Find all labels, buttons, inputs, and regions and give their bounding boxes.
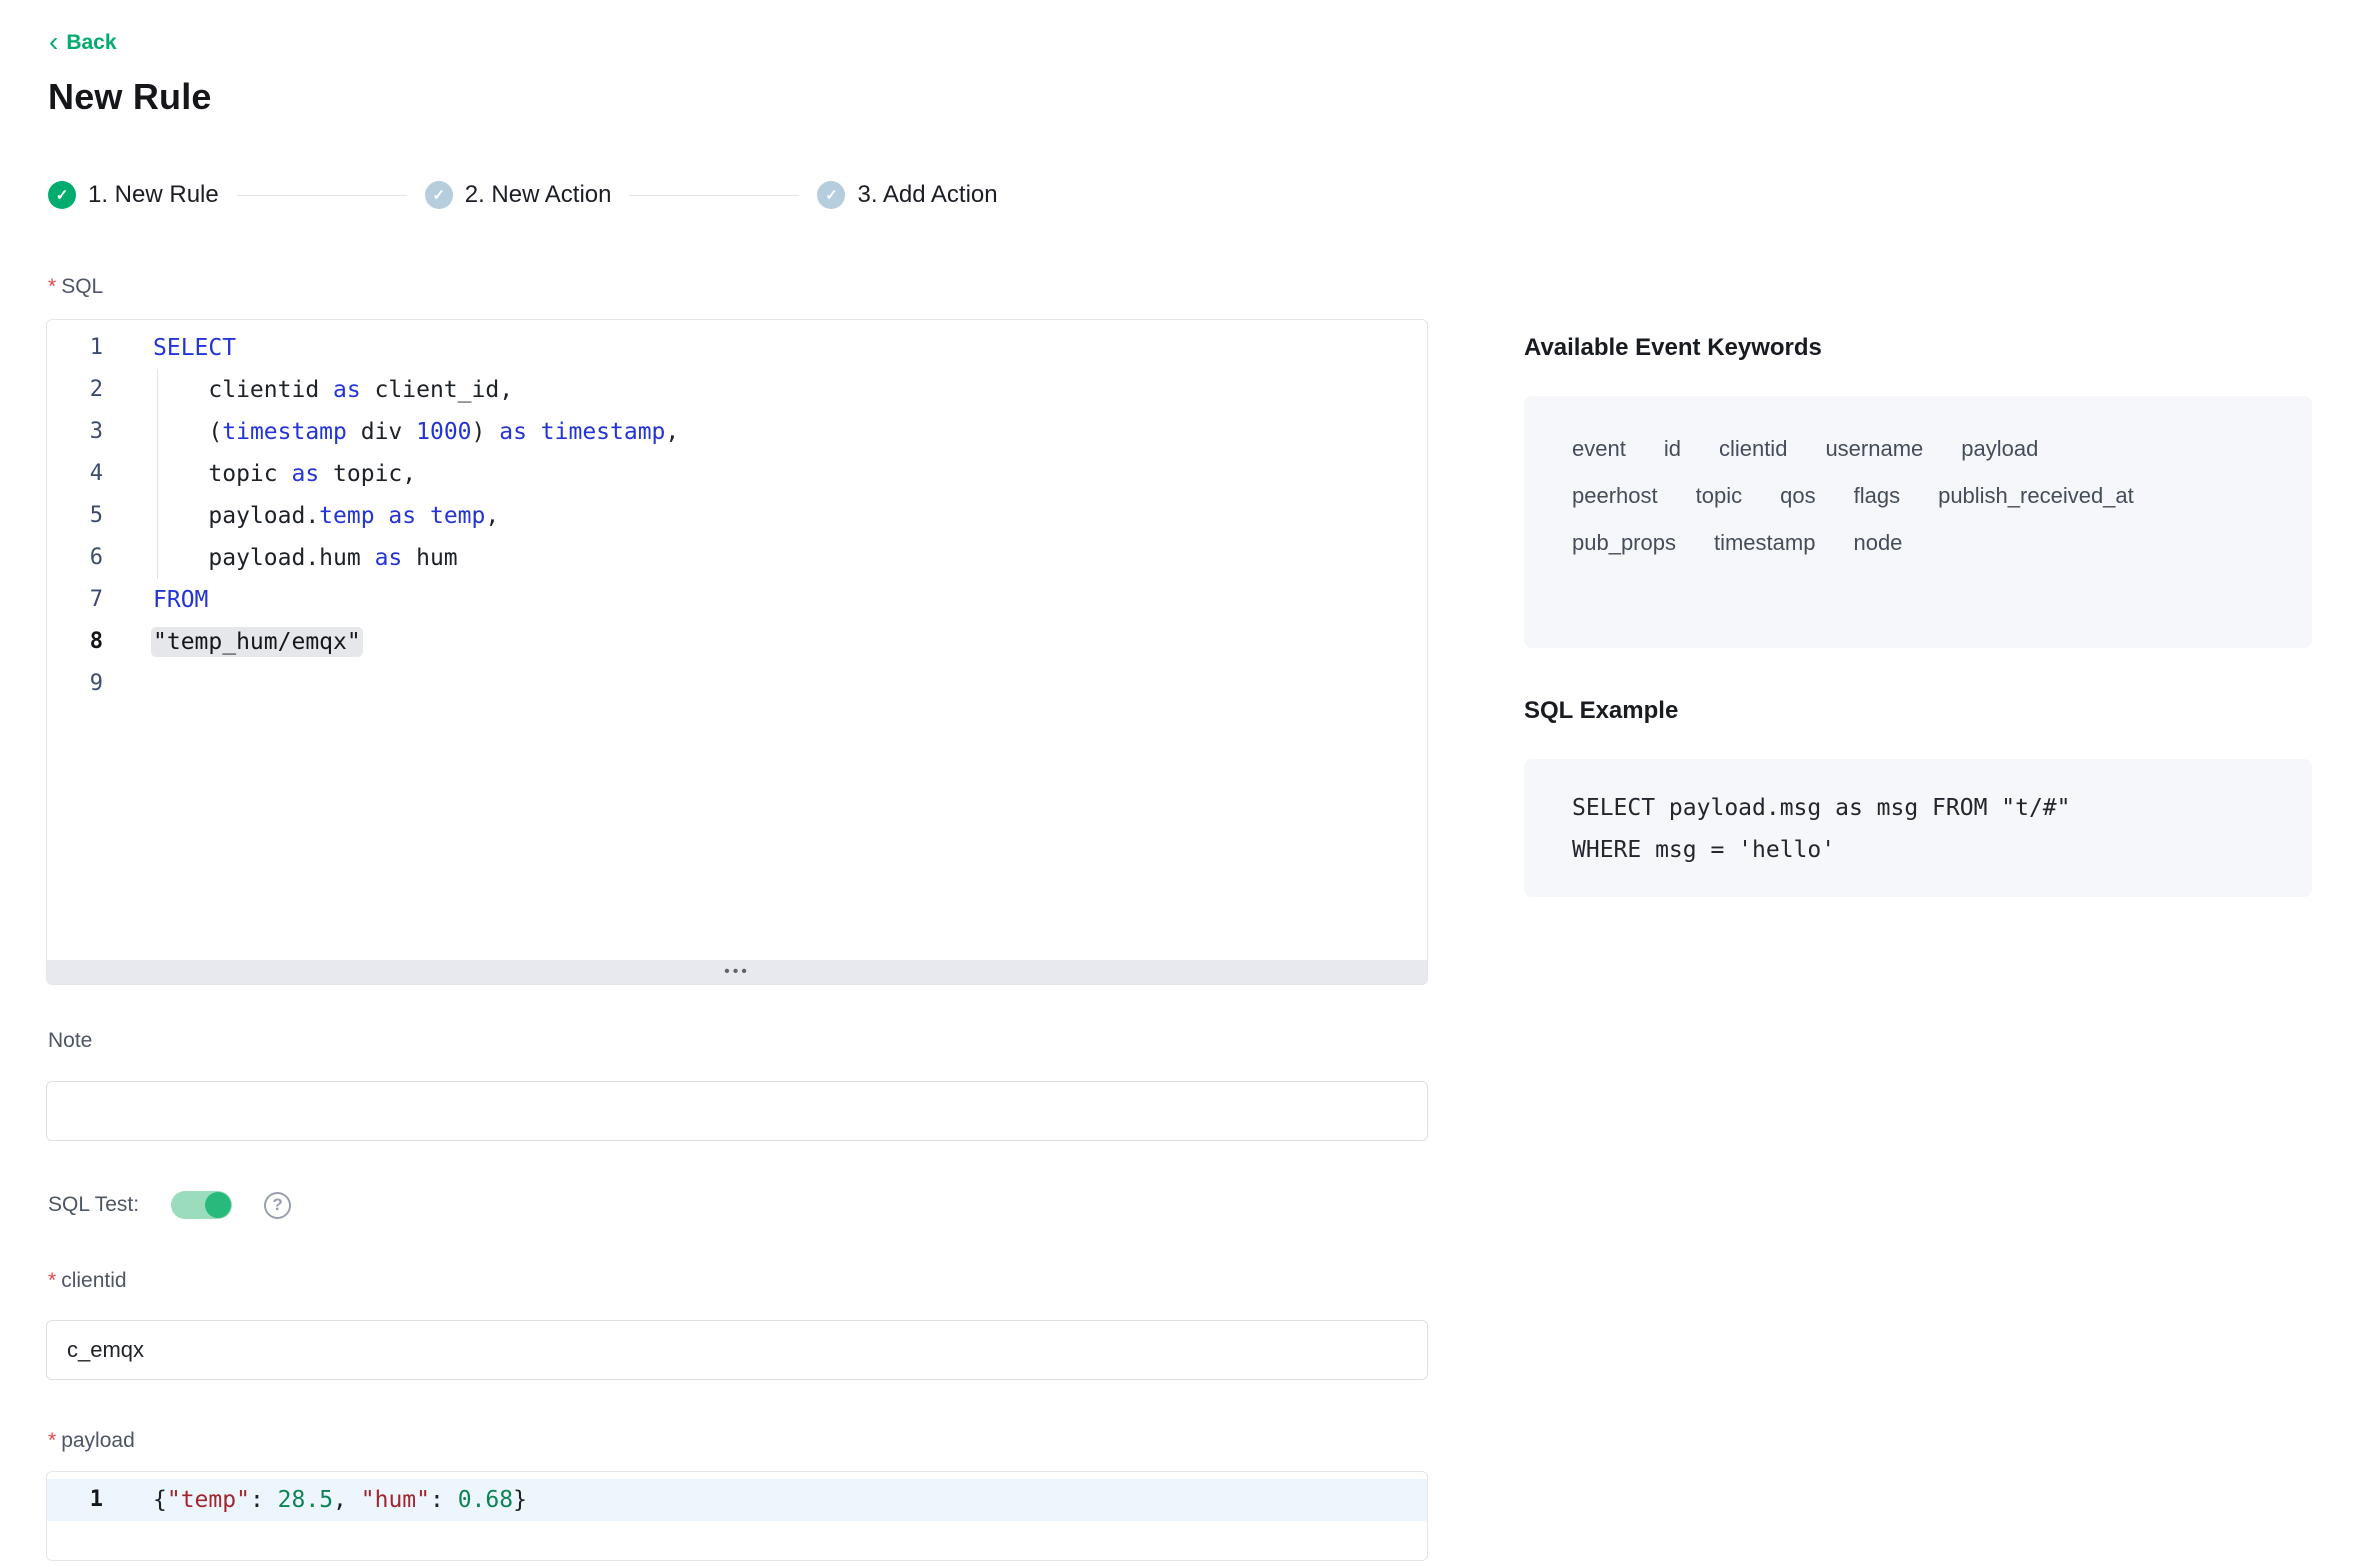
event-keyword: timestamp xyxy=(1714,528,1815,558)
help-icon[interactable]: ? xyxy=(264,1192,291,1219)
indent-guide xyxy=(157,369,158,579)
wizard-stepper: ✓ 1. New Rule ✓ 2. New Action ✓ 3. Add A… xyxy=(48,181,998,209)
step-connector xyxy=(237,195,407,196)
keywords-panel-title: Available Event Keywords xyxy=(1524,334,1822,362)
sql-editor-gutter: 123456789 xyxy=(47,320,129,960)
event-keyword: flags xyxy=(1854,481,1900,511)
code-line: payload.temp as temp, xyxy=(129,495,1427,537)
event-keyword: id xyxy=(1664,434,1681,464)
sql-example-panel: SELECT payload.msg as msg FROM "t/#"WHER… xyxy=(1524,759,2312,897)
page-title: New Rule xyxy=(48,76,212,118)
event-keyword: qos xyxy=(1780,481,1815,511)
line-number: 1 xyxy=(47,1479,129,1521)
sql-test-toggle[interactable] xyxy=(171,1191,232,1219)
note-field-label: Note xyxy=(48,1029,92,1053)
sql-test-label: SQL Test: xyxy=(48,1193,139,1217)
sql-example-line: WHERE msg = 'hello' xyxy=(1572,829,2264,871)
check-icon: ✓ xyxy=(817,181,845,209)
event-keyword: node xyxy=(1853,528,1902,558)
line-number: 7 xyxy=(47,579,129,621)
code-line xyxy=(129,663,1427,705)
code-line: SELECT xyxy=(129,327,1427,369)
back-chevron-icon: ‹ xyxy=(49,31,58,52)
code-line: topic as topic, xyxy=(129,453,1427,495)
payload-editor-gutter: 1 xyxy=(47,1472,129,1521)
code-line: FROM xyxy=(129,579,1427,621)
line-number: 6 xyxy=(47,537,129,579)
payload-field-label: * payload xyxy=(48,1429,135,1453)
code-line: {"temp": 28.5, "hum": 0.68} xyxy=(129,1479,1427,1521)
code-line: payload.hum as hum xyxy=(129,537,1427,579)
sql-example-line: SELECT payload.msg as msg FROM "t/#" xyxy=(1572,787,2264,829)
required-asterisk: * xyxy=(48,1429,56,1453)
sql-code-editor[interactable]: 123456789 SELECT clientid as client_id, … xyxy=(46,319,1428,985)
event-keyword: username xyxy=(1825,434,1923,464)
event-keyword: event xyxy=(1572,434,1626,464)
event-keyword: clientid xyxy=(1719,434,1787,464)
clientid-field-label: * clientid xyxy=(48,1269,127,1293)
keywords-panel: event id clientid username payload peerhost to… xyxy=(1524,396,2312,648)
event-keyword: pub_props xyxy=(1572,528,1676,558)
step-label: 2. New Action xyxy=(465,181,612,209)
event-keyword: payload xyxy=(1961,434,2038,464)
required-asterisk: * xyxy=(48,275,56,299)
event-keyword: publish_received_at xyxy=(1938,481,2134,511)
toggle-knob xyxy=(205,1192,231,1218)
editor-resize-handle[interactable]: ••• xyxy=(47,960,1427,984)
check-icon: ✓ xyxy=(425,181,453,209)
line-number: 8 xyxy=(47,621,129,663)
event-keyword: peerhost xyxy=(1572,481,1658,511)
line-number: 3 xyxy=(47,411,129,453)
step-new-rule[interactable]: ✓ 1. New Rule xyxy=(48,181,219,209)
step-add-action[interactable]: ✓ 3. Add Action xyxy=(817,181,997,209)
sql-field-label: * SQL xyxy=(48,275,103,299)
clientid-input[interactable] xyxy=(46,1320,1428,1380)
back-label: Back xyxy=(66,31,116,55)
keywords-list: event id clientid username payload peerhost to… xyxy=(1572,434,2137,558)
code-line: "temp_hum/emqx" xyxy=(129,621,1427,663)
line-number: 2 xyxy=(47,369,129,411)
required-asterisk: * xyxy=(48,1269,56,1293)
line-number: 9 xyxy=(47,663,129,705)
payload-editor-content[interactable]: {"temp": 28.5, "hum": 0.68} xyxy=(129,1472,1427,1521)
line-number: 1 xyxy=(47,327,129,369)
line-number: 4 xyxy=(47,453,129,495)
sql-test-row: SQL Test: ? xyxy=(48,1185,291,1225)
step-label: 3. Add Action xyxy=(857,181,997,209)
sql-editor-content[interactable]: SELECT clientid as client_id, (timestamp… xyxy=(129,320,1427,960)
step-connector xyxy=(629,195,799,196)
check-icon: ✓ xyxy=(48,181,76,209)
note-input[interactable] xyxy=(46,1081,1428,1141)
sql-example-title: SQL Example xyxy=(1524,697,1678,725)
line-number: 5 xyxy=(47,495,129,537)
step-label: 1. New Rule xyxy=(88,181,219,209)
payload-code-editor[interactable]: 1 {"temp": 28.5, "hum": 0.68} xyxy=(46,1471,1428,1561)
code-line: clientid as client_id, xyxy=(129,369,1427,411)
step-new-action[interactable]: ✓ 2. New Action xyxy=(425,181,612,209)
code-line: (timestamp div 1000) as timestamp, xyxy=(129,411,1427,453)
back-button[interactable]: ‹ Back xyxy=(49,31,117,55)
event-keyword: topic xyxy=(1696,481,1742,511)
